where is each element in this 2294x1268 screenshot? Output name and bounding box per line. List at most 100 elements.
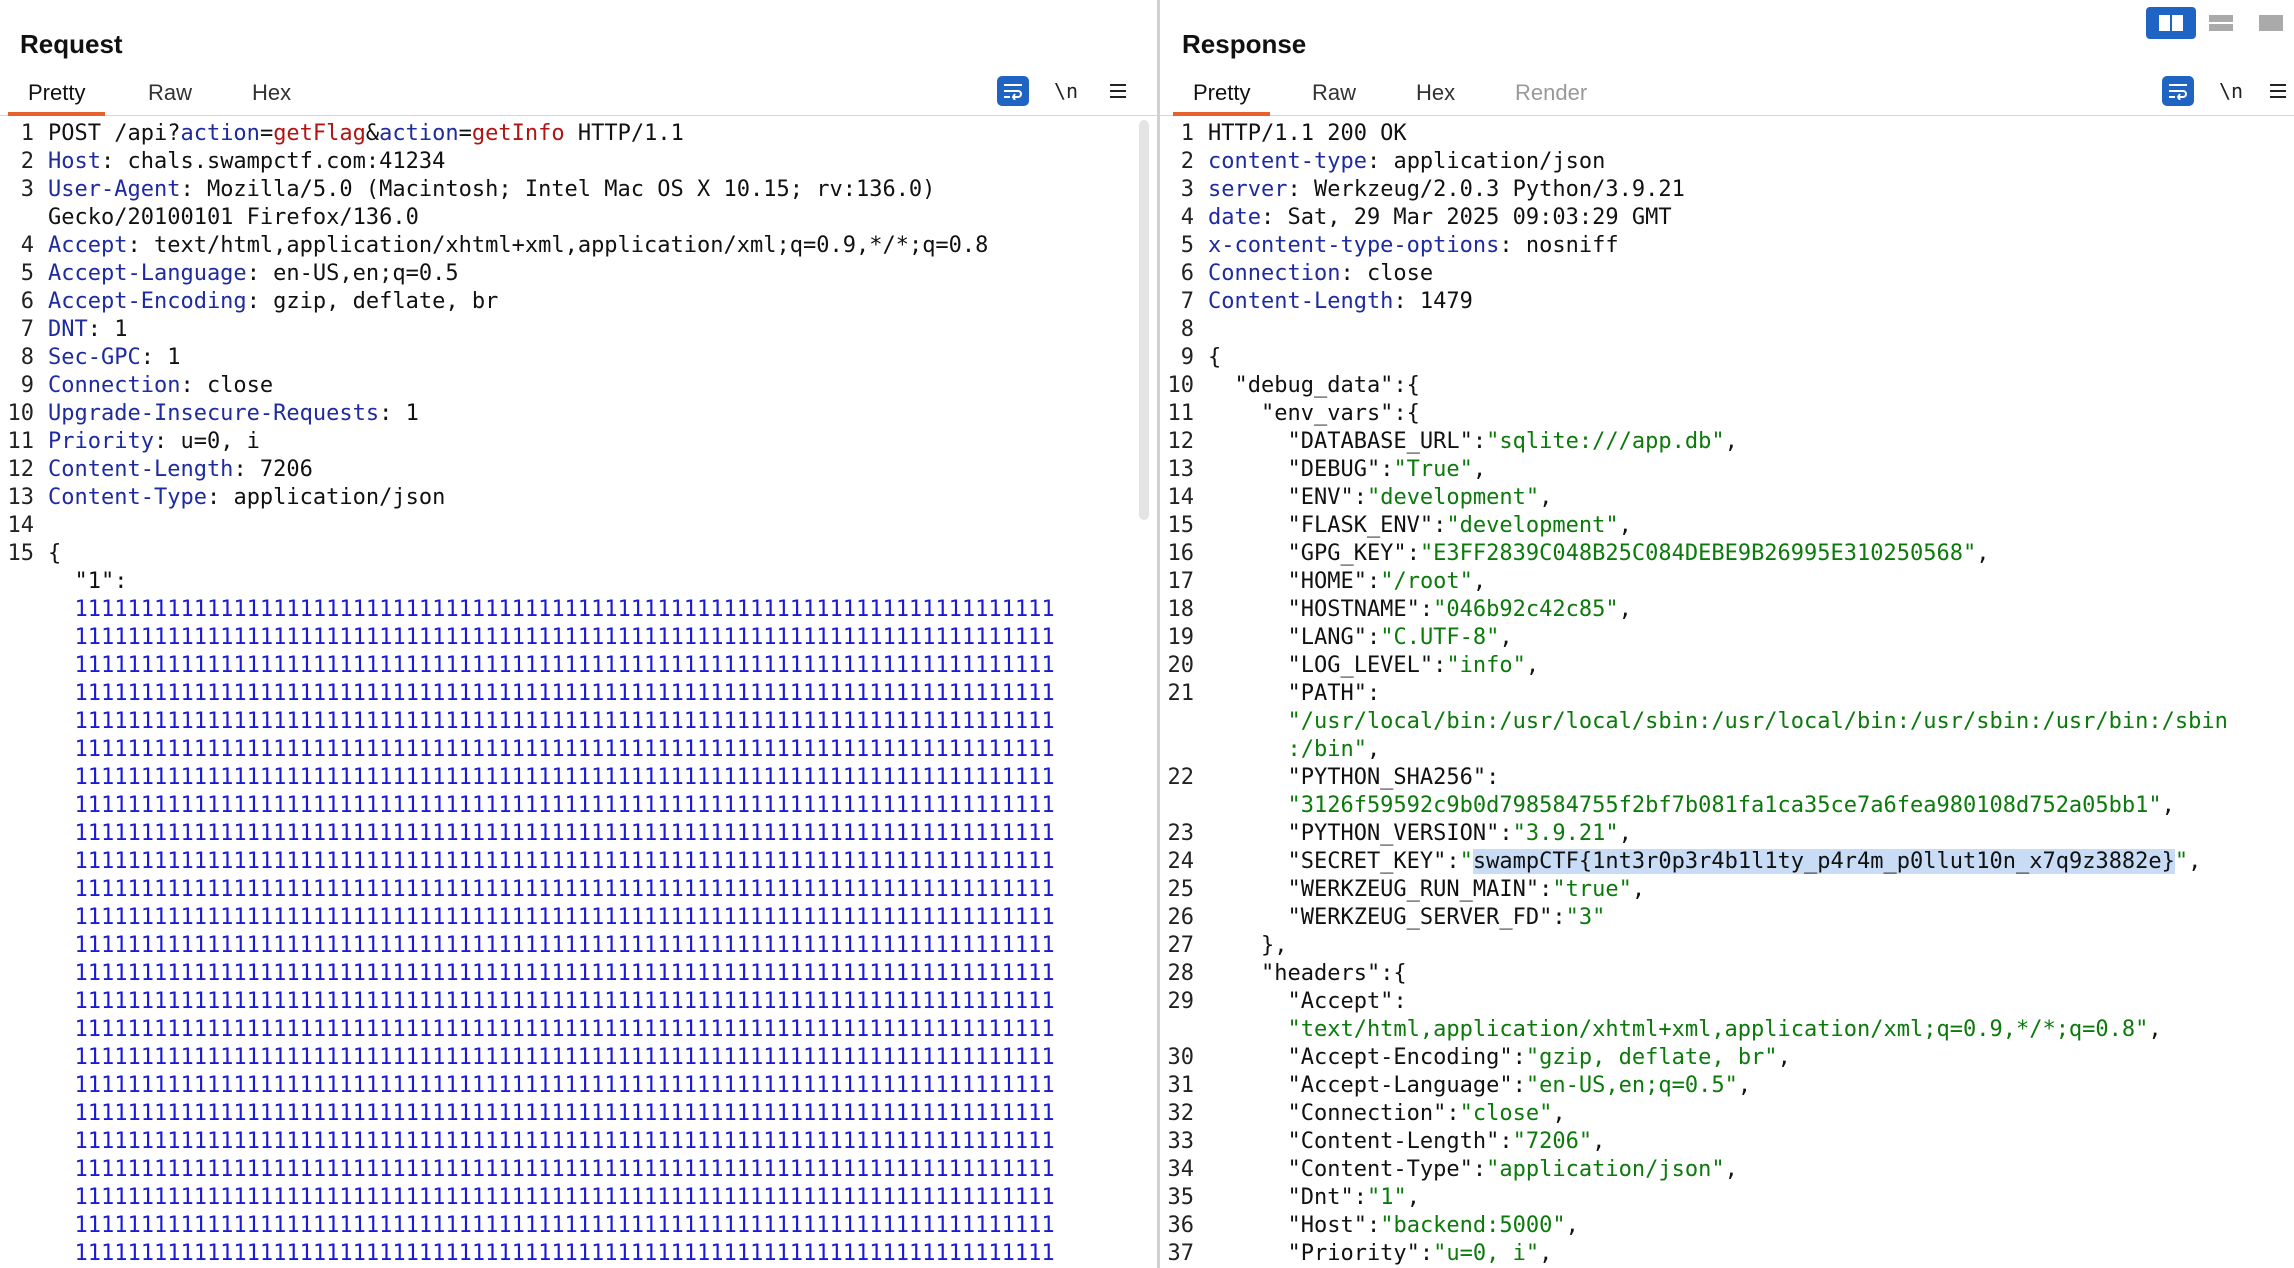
code-line: 28 "headers":{ bbox=[1160, 960, 2294, 988]
code-token: , bbox=[2148, 1017, 2162, 1042]
tab-raw[interactable]: Raw bbox=[148, 80, 192, 116]
tab-raw[interactable]: Raw bbox=[1312, 80, 1356, 116]
code-token: "WERKZEUG_RUN_MAIN" bbox=[1208, 877, 1540, 902]
wrap-lines-button[interactable] bbox=[2162, 76, 2194, 106]
tab-pretty[interactable]: Pretty bbox=[7, 80, 107, 116]
code-text: 1111111111111111111111111111111111111111… bbox=[48, 848, 1055, 876]
code-token: 1111111111111111111111111111111111111111… bbox=[48, 933, 1055, 958]
code-line: 13 "DEBUG":"True", bbox=[1160, 456, 2294, 484]
code-token: , bbox=[1724, 429, 1738, 454]
code-token: , bbox=[1631, 877, 1646, 902]
code-line: 1111111111111111111111111111111111111111… bbox=[0, 1100, 1157, 1128]
code-token: "gzip, deflate, br" bbox=[1525, 1045, 1778, 1070]
code-token: : bbox=[1472, 1157, 1487, 1182]
code-line: 16 "GPG_KEY":"E3FF2839C048B25C084DEBE9B2… bbox=[1160, 540, 2294, 568]
code-token: 1111111111111111111111111111111111111111… bbox=[48, 1017, 1055, 1042]
code-token: : bbox=[1366, 625, 1381, 650]
hamburger-icon[interactable] bbox=[2262, 76, 2294, 106]
code-token: 1111111111111111111111111111111111111111… bbox=[48, 1073, 1055, 1098]
code-token: : bbox=[1393, 989, 1407, 1014]
code-text: "DEBUG":"True", bbox=[1208, 456, 1486, 484]
split-horizontal-icon[interactable] bbox=[2146, 7, 2196, 39]
code-text: 1111111111111111111111111111111111111111… bbox=[48, 1212, 1055, 1240]
tab-hex[interactable]: Hex bbox=[252, 80, 291, 116]
line-number: 17 bbox=[1167, 569, 1195, 594]
code-token: : chals.swampctf.com:41234 bbox=[100, 149, 446, 174]
code-line: 4 date: Sat, 29 Mar 2025 09:03:29 GMT bbox=[1160, 204, 2294, 232]
code-token: "3" bbox=[1565, 905, 1606, 930]
request-editor[interactable]: 1 POST /api?action=getFlag&action=getInfo… bbox=[0, 118, 1157, 1268]
code-token: 1111111111111111111111111111111111111111… bbox=[48, 1241, 1055, 1266]
code-text: "GPG_KEY":"E3FF2839C048B25C084DEBE9B2699… bbox=[1208, 540, 1989, 568]
line-number: 13 bbox=[1167, 457, 1195, 482]
code-token: "/root" bbox=[1380, 569, 1473, 594]
code-line: 1111111111111111111111111111111111111111… bbox=[0, 624, 1157, 652]
code-line: 33 "Content-Length":"7206", bbox=[1160, 1128, 2294, 1156]
code-line: 1111111111111111111111111111111111111111… bbox=[0, 792, 1157, 820]
code-token: 1111111111111111111111111111111111111111… bbox=[48, 989, 1055, 1014]
code-token: "HOSTNAME" bbox=[1208, 597, 1420, 622]
code-token: 1111111111111111111111111111111111111111… bbox=[48, 1213, 1055, 1238]
line-number: 7 bbox=[20, 317, 34, 342]
code-token: , bbox=[1539, 485, 1553, 510]
code-line: 5 Accept-Language: en-US,en;q=0.5 bbox=[0, 260, 1157, 288]
code-text: Content-Type: application/json bbox=[48, 484, 445, 512]
code-text: 1111111111111111111111111111111111111111… bbox=[48, 1128, 1054, 1156]
code-text: x-content-type-options: nosniff bbox=[1208, 232, 1619, 260]
code-token: , bbox=[1552, 1101, 1566, 1126]
selected-flag-text: swampCTF{1nt3r0p3r4b1l1ty_p4r4m_p0llut10… bbox=[1472, 849, 2175, 874]
code-text: Accept: text/html,application/xhtml+xml,… bbox=[48, 232, 988, 260]
code-line: 30 "Accept-Encoding":"gzip, deflate, br"… bbox=[1160, 1044, 2294, 1072]
code-token: HTTP/1.1 bbox=[564, 121, 684, 146]
code-line: 12 "DATABASE_URL":"sqlite:///app.db", bbox=[1160, 428, 2294, 456]
code-line: 1111111111111111111111111111111111111111… bbox=[0, 1212, 1157, 1240]
split-vertical-icon[interactable] bbox=[2196, 7, 2246, 39]
show-newlines-button[interactable]: \n bbox=[1050, 76, 1082, 106]
code-line: 1111111111111111111111111111111111111111… bbox=[0, 848, 1157, 876]
wrap-lines-button[interactable] bbox=[997, 76, 1029, 106]
tab-pretty[interactable]: Pretty bbox=[1172, 80, 1272, 116]
code-line: 14 bbox=[0, 512, 1157, 540]
code-token: : gzip, deflate, br bbox=[246, 289, 499, 314]
code-token: , bbox=[1565, 1213, 1579, 1238]
code-token: "WERKZEUG_SERVER_FD" bbox=[1208, 905, 1553, 930]
code-text: 1111111111111111111111111111111111111111… bbox=[48, 876, 1054, 904]
line-number: 15 bbox=[1167, 513, 1195, 538]
show-newlines-button[interactable]: \n bbox=[2215, 76, 2247, 106]
response-panel: Response Pretty Raw Hex Render \n 1 HTTP/… bbox=[1160, 0, 2294, 1268]
code-token: , bbox=[1472, 457, 1487, 482]
code-token: content-type bbox=[1208, 149, 1367, 174]
hamburger-icon[interactable] bbox=[1102, 76, 1134, 106]
code-token: "development" bbox=[1366, 485, 1540, 510]
request-scrollbar[interactable] bbox=[1139, 120, 1149, 520]
response-editor[interactable]: 1 HTTP/1.1 200 OK 2 content-type: applicati… bbox=[1160, 118, 2294, 1268]
code-line: 32 "Connection":"close", bbox=[1160, 1100, 2294, 1128]
code-line: 1111111111111111111111111111111111111111… bbox=[0, 1044, 1157, 1072]
code-token: "DATABASE_URL" bbox=[1208, 429, 1473, 454]
single-pane-icon[interactable] bbox=[2246, 7, 2294, 39]
code-line: 24 "SECRET_KEY":"swampCTF{1nt3r0p3r4b1l1… bbox=[1160, 848, 2294, 876]
line-number: 16 bbox=[1167, 541, 1195, 566]
code-token: 1111111111111111111111111111111111111111… bbox=[48, 849, 1055, 874]
code-token: 1111111111111111111111111111111111111111… bbox=[48, 597, 1055, 622]
code-line: 26 "WERKZEUG_SERVER_FD":"3" bbox=[1160, 904, 2294, 932]
code-text: 1111111111111111111111111111111111111111… bbox=[48, 1016, 1055, 1044]
code-token: & bbox=[365, 121, 380, 146]
code-text: "1": bbox=[48, 568, 127, 596]
tab-render[interactable]: Render bbox=[1515, 80, 1587, 116]
code-token: 1111111111111111111111111111111111111111… bbox=[48, 681, 1055, 706]
code-token: , bbox=[1976, 541, 1990, 566]
code-line: 3 server: Werkzeug/2.0.3 Python/3.9.21 bbox=[1160, 176, 2294, 204]
line-number: 9 bbox=[20, 373, 34, 398]
code-token: "sqlite:///app.db" bbox=[1486, 429, 1725, 454]
code-line: 23 "PYTHON_VERSION":"3.9.21", bbox=[1160, 820, 2294, 848]
code-token: HTTP/1.1 200 OK bbox=[1208, 121, 1407, 146]
code-text: Content-Length: 1479 bbox=[1208, 288, 1473, 316]
code-line: 27 }, bbox=[1160, 932, 2294, 960]
tab-hex[interactable]: Hex bbox=[1416, 80, 1455, 116]
code-text: 1111111111111111111111111111111111111111… bbox=[48, 904, 1054, 932]
code-text: "Accept": bbox=[1208, 988, 1407, 1016]
code-token: Content-Type bbox=[48, 485, 207, 510]
code-line: 1111111111111111111111111111111111111111… bbox=[0, 988, 1157, 1016]
code-token: "DEBUG" bbox=[1208, 457, 1381, 482]
